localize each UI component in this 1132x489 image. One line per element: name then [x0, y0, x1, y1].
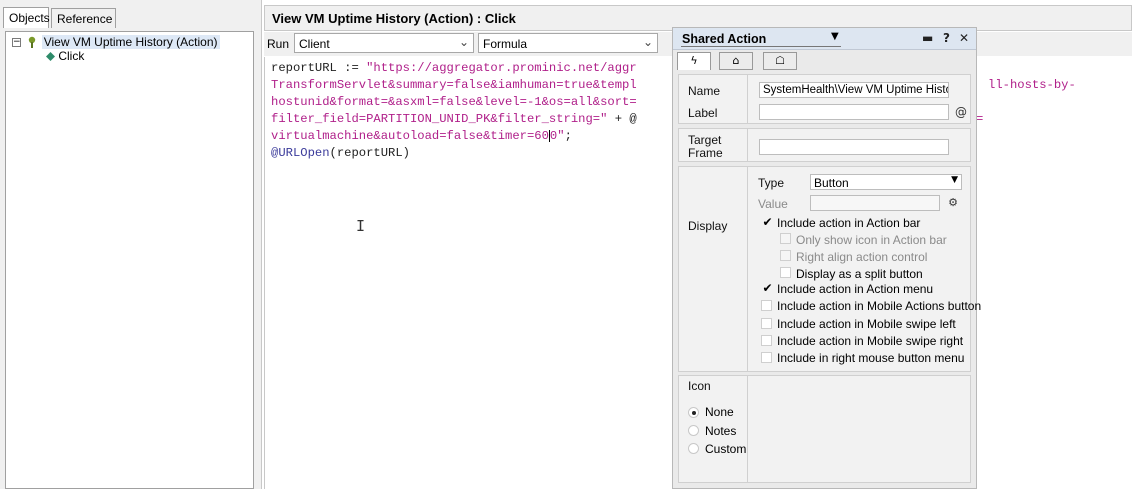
ibeam-cursor-icon: I — [356, 217, 366, 235]
radio-icon-custom[interactable] — [688, 443, 699, 454]
tree-item-action[interactable]: − View VM Uptime History (Action) — [12, 35, 220, 49]
code-semicolon: ; — [564, 129, 572, 143]
action-bullet-icon — [29, 37, 36, 49]
tree-item-action-label: View VM Uptime History (Action) — [41, 35, 220, 49]
check-right-align-label: Right align action control — [796, 250, 928, 264]
radio-icon-notes-label: Notes — [705, 424, 737, 438]
check-swipe-right[interactable] — [761, 335, 772, 346]
panel-title: Shared Action — [682, 32, 767, 46]
code-line-2: TransformServlet&summary=false&iamhuman=… — [271, 78, 637, 92]
radio-icon-none-label: None — [705, 405, 734, 419]
run-target-select[interactable]: Client ⌄ — [294, 33, 474, 53]
chevron-down-icon[interactable]: ▼ — [831, 31, 839, 42]
chevron-down-icon: ⌄ — [458, 35, 469, 49]
code-string: "https://aggregator.prominic.net/aggr — [366, 61, 637, 75]
value-field[interactable] — [810, 195, 940, 211]
tab-advanced[interactable]: ☖ — [763, 52, 797, 70]
code-variable: reportURL := — [271, 61, 367, 75]
code-function: @URLOpen — [271, 146, 330, 160]
code-line-4: filter_field=PARTITION_UNID_PK&filter_st… — [271, 111, 637, 128]
check-action-menu[interactable]: ✔ — [761, 282, 774, 295]
robot-icon: ☖ — [775, 54, 785, 67]
code-string: filter_field=PARTITION_UNID_PK&filter_st… — [271, 112, 608, 126]
section-divider — [747, 75, 748, 123]
display-section: Display Type Button ▼ Value ⚙ ✔ Include … — [678, 166, 981, 372]
language-select[interactable]: Formula ⌄ — [478, 33, 658, 53]
type-label: Type — [758, 176, 785, 190]
check-mobile-actions-label: Include action in Mobile Actions button — [777, 299, 982, 313]
check-icon-only[interactable] — [780, 233, 791, 244]
section-divider — [747, 129, 748, 161]
code-line-6: @URLOpen(reportURL) — [271, 145, 410, 162]
target-section: Target Frame — [678, 128, 971, 162]
tree-item-click-label: Click — [58, 49, 85, 63]
value-label: Value — [758, 197, 788, 211]
chevron-down-icon: ⌄ — [642, 35, 653, 49]
tab-hide-when[interactable]: ⌂ — [719, 52, 753, 70]
object-tree: − View VM Uptime History (Action) Click — [5, 31, 254, 489]
name-field[interactable]: SystemHealth\View VM Uptime History — [759, 82, 949, 98]
check-swipe-left-label: Include action in Mobile swipe left — [777, 317, 956, 331]
pin-icon[interactable]: ▬ — [922, 31, 933, 45]
code-line-3: hostunid&format=&asxml=false&level=-1&os… — [271, 95, 637, 109]
code-string: virtualmachine&autoload=false&timer=60 — [271, 129, 549, 143]
tab-objects[interactable]: Objects — [3, 7, 50, 28]
chevron-down-icon: ▼ — [951, 175, 958, 185]
section-divider — [747, 167, 748, 371]
target-label-line1: Target — [688, 133, 722, 147]
help-icon[interactable]: ? — [943, 31, 950, 45]
name-section: Name SystemHealth\View VM Uptime History… — [678, 74, 971, 124]
shared-action-panel: Shared Action ▼ ▬ ? ✕ ϟ ⌂ ☖ Name SystemH… — [672, 27, 981, 489]
check-swipe-right-label: Include action in Mobile swipe right — [777, 334, 964, 348]
target-frame-field[interactable] — [759, 139, 949, 155]
objects-pane: Objects Reference − View VM Uptime Histo… — [0, 0, 262, 489]
gear-icon[interactable]: ⚙ — [945, 195, 961, 211]
check-swipe-left[interactable] — [761, 318, 772, 329]
check-right-mouse-label: Include in right mouse button menu — [777, 351, 965, 365]
check-right-mouse[interactable] — [761, 352, 772, 363]
language-value: Formula — [483, 37, 528, 51]
title-underline — [681, 46, 841, 47]
check-action-bar-label: Include action in Action bar — [777, 216, 921, 230]
diamond-icon — [46, 52, 55, 62]
name-label: Name — [688, 84, 721, 98]
run-label: Run — [267, 37, 290, 51]
at-formula-icon[interactable]: @ — [953, 104, 969, 120]
label-label: Label — [688, 106, 718, 120]
code-overflow-2: = — [976, 112, 984, 126]
check-action-menu-label: Include action in Action menu — [777, 282, 934, 296]
run-target-value: Client — [299, 37, 330, 51]
lightning-icon: ϟ — [690, 54, 698, 67]
code-string: 0" — [549, 129, 565, 143]
tab-basics[interactable]: ϟ — [677, 52, 711, 70]
tab-reference[interactable]: Reference — [51, 8, 116, 28]
code-line-5: virtualmachine&autoload=false&timer=600"… — [271, 128, 572, 145]
panel-title-bar[interactable]: Shared Action ▼ ▬ ? ✕ — [673, 28, 976, 50]
code-line-1: reportURL := "https://aggregator.promini… — [271, 60, 637, 77]
label-field[interactable] — [759, 104, 949, 120]
radio-icon-custom-label: Custom — [705, 442, 747, 456]
code-overflow-1: ll-hosts-by- — [988, 78, 1076, 92]
code-operator: + @ — [607, 112, 637, 126]
icon-label: Icon — [688, 379, 711, 393]
check-split-button-label: Display as a split button — [796, 267, 923, 281]
hat-icon: ⌂ — [732, 54, 740, 67]
type-value: Button — [814, 176, 849, 190]
section-divider — [747, 376, 748, 482]
icon-section: Icon None Notes Custom — [678, 375, 971, 483]
close-icon[interactable]: ✕ — [959, 31, 969, 45]
check-mobile-actions[interactable] — [761, 300, 772, 311]
check-right-align[interactable] — [780, 250, 791, 261]
radio-icon-notes[interactable] — [688, 425, 699, 436]
type-select[interactable]: Button ▼ — [810, 174, 962, 190]
check-action-bar[interactable]: ✔ — [761, 216, 774, 229]
code-args: (reportURL) — [329, 146, 410, 160]
tree-item-click[interactable]: Click — [46, 49, 84, 63]
display-label: Display — [688, 219, 728, 233]
check-icon-only-label: Only show icon in Action bar — [796, 233, 947, 247]
check-split-button[interactable] — [780, 267, 791, 278]
target-label-line2: Frame — [688, 146, 723, 160]
collapse-icon[interactable]: − — [12, 38, 21, 48]
radio-icon-none[interactable] — [688, 407, 699, 418]
